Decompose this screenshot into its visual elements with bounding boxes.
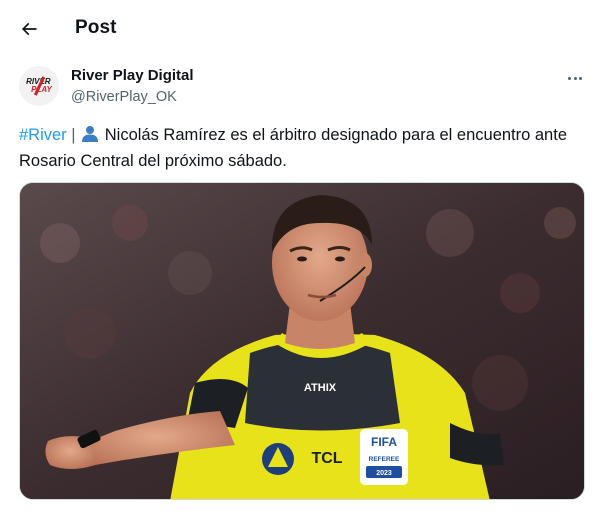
hashtag-link[interactable]: #River (19, 126, 67, 144)
author-handle[interactable]: @RiverPlay_OK (71, 89, 177, 105)
page-title: Post (75, 17, 117, 38)
post-body-text: Nicolás Ramírez es el árbitro designado … (19, 126, 567, 170)
more-horizontal-icon (568, 76, 572, 80)
post-media-image[interactable]: ATHIX TCL FIFA REFEREE 2023 (19, 182, 585, 500)
sponsor-logo: TCL (311, 450, 342, 467)
avatar-logo: RIVER PLAY (26, 76, 52, 96)
jersey-brand: ATHIX (304, 382, 337, 394)
author-name[interactable]: River Play Digital (71, 67, 194, 84)
arrow-left-icon (21, 22, 37, 36)
page-header: Post (0, 0, 604, 58)
text-separator: | (66, 126, 81, 144)
avatar[interactable]: RIVER PLAY (19, 66, 59, 106)
post-text: #River | Nicolás Ramírez es el árbitro d… (19, 122, 589, 174)
bust-in-silhouette-icon (82, 126, 99, 142)
fifa-badge-year: 2023 (376, 470, 392, 477)
back-button[interactable] (14, 14, 44, 44)
more-options-button[interactable] (562, 67, 588, 89)
referee-photo: ATHIX TCL FIFA REFEREE 2023 (20, 183, 584, 499)
fifa-badge-subtitle: REFEREE (369, 456, 400, 463)
fifa-badge-title: FIFA (371, 435, 397, 449)
